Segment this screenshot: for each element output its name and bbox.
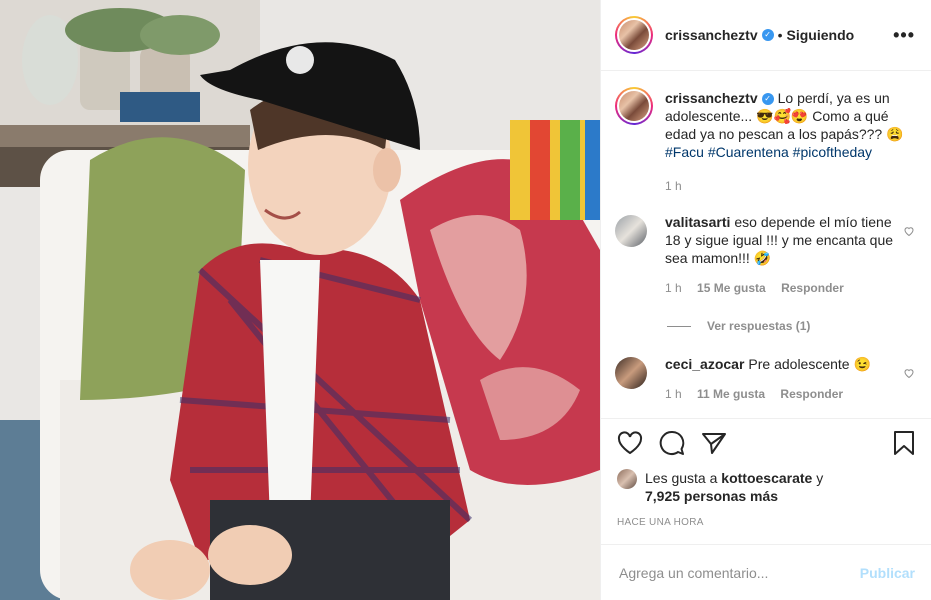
comment-input[interactable] xyxy=(617,563,860,582)
caption-username[interactable]: crissancheztv xyxy=(665,90,758,106)
view-replies-button[interactable]: Ver respuestas (1) xyxy=(667,319,915,333)
add-comment-bar: Publicar xyxy=(601,544,931,600)
comment-text: Pre adolescente 😉 xyxy=(748,356,871,372)
comment-time[interactable]: 1 h xyxy=(665,387,682,401)
caption-body: crissancheztv ✓ Lo perdí, ya es un adolesc… xyxy=(665,89,915,195)
following-button[interactable]: Siguiendo xyxy=(787,27,855,43)
comment-item: valitasarti eso depende el mío tiene 18 y… xyxy=(615,213,915,297)
action-icons xyxy=(617,429,915,457)
post-actions: Les gusta a kottoescarate y 7,925 person… xyxy=(601,418,931,528)
comment-likes[interactable]: 15 Me gusta xyxy=(697,281,766,295)
post-timestamp[interactable]: Hace una hora xyxy=(617,517,915,528)
replies-divider xyxy=(667,325,691,327)
header-separator: • xyxy=(777,27,783,43)
likes-summary: Les gusta a kottoescarate y 7,925 person… xyxy=(617,469,915,505)
liker-avatar[interactable] xyxy=(617,469,637,489)
verified-badge-icon: ✓ xyxy=(761,29,774,41)
comment-icon[interactable] xyxy=(659,430,685,456)
caption-emojis: 😎🥰😍 xyxy=(756,108,809,124)
caption-avatar[interactable] xyxy=(615,87,653,125)
commenter-username[interactable]: valitasarti xyxy=(665,214,730,230)
more-options-icon[interactable]: ••• xyxy=(893,25,915,46)
bookmark-icon[interactable] xyxy=(893,430,915,456)
caption-time[interactable]: 1 h xyxy=(665,179,682,193)
liker-username[interactable]: kottoescarate xyxy=(721,470,812,486)
likes-middle: y xyxy=(812,470,824,486)
caption-meta: 1 h xyxy=(665,177,915,195)
likes-text: Les gusta a kottoescarate y 7,925 person… xyxy=(645,469,823,505)
post-header: crissancheztv ✓ • Siguiendo ••• xyxy=(601,0,931,71)
comment-body: ceci_azocar Pre adolescente 😉 1 h 11 Me g… xyxy=(665,355,895,403)
comment-like-icon[interactable] xyxy=(903,367,915,403)
comment-body: valitasarti eso depende el mío tiene 18 y… xyxy=(665,213,895,297)
author-avatar[interactable] xyxy=(615,16,653,54)
comments-section: crissancheztv ✓ Lo perdí, ya es un adolesc… xyxy=(601,71,931,418)
view-replies-label: Ver respuestas (1) xyxy=(707,319,811,333)
comment-likes[interactable]: 11 Me gusta xyxy=(697,387,765,401)
commenter-username[interactable]: ceci_azocar xyxy=(665,356,744,372)
post-side-panel: crissancheztv ✓ • Siguiendo ••• crissanc… xyxy=(600,0,931,600)
photo-illustration xyxy=(0,0,600,600)
comment-like-icon[interactable] xyxy=(903,225,915,297)
comment-meta: 1 h 15 Me gusta Responder xyxy=(665,279,895,297)
verified-badge-icon: ✓ xyxy=(761,93,774,106)
reply-button[interactable]: Responder xyxy=(780,387,843,401)
commenter-avatar[interactable] xyxy=(615,357,647,389)
hashtag-link[interactable]: #Facu xyxy=(665,144,704,160)
caption-emoji: 😩 xyxy=(886,126,904,142)
hashtag-link[interactable]: #Cuarentena xyxy=(708,144,789,160)
instagram-post-view: crissancheztv ✓ • Siguiendo ••• crissanc… xyxy=(0,0,931,600)
comment-item: ceci_azocar Pre adolescente 😉 1 h 11 Me g… xyxy=(615,355,915,403)
hashtag-link[interactable]: #picoftheday xyxy=(793,144,872,160)
reply-button[interactable]: Responder xyxy=(781,281,844,295)
likes-others[interactable]: 7,925 personas más xyxy=(645,488,778,504)
comment-time[interactable]: 1 h xyxy=(665,281,682,295)
share-icon[interactable] xyxy=(701,431,727,455)
caption: crissancheztv ✓ Lo perdí, ya es un adolesc… xyxy=(615,87,915,195)
likes-prefix: Les gusta a xyxy=(645,470,722,486)
commenter-avatar[interactable] xyxy=(615,215,647,247)
heart-icon[interactable] xyxy=(617,431,643,455)
author-username[interactable]: crissancheztv xyxy=(665,27,758,43)
post-photo[interactable] xyxy=(0,0,600,600)
comment-meta: 1 h 11 Me gusta Responder xyxy=(665,385,895,403)
post-comment-button[interactable]: Publicar xyxy=(860,565,915,581)
